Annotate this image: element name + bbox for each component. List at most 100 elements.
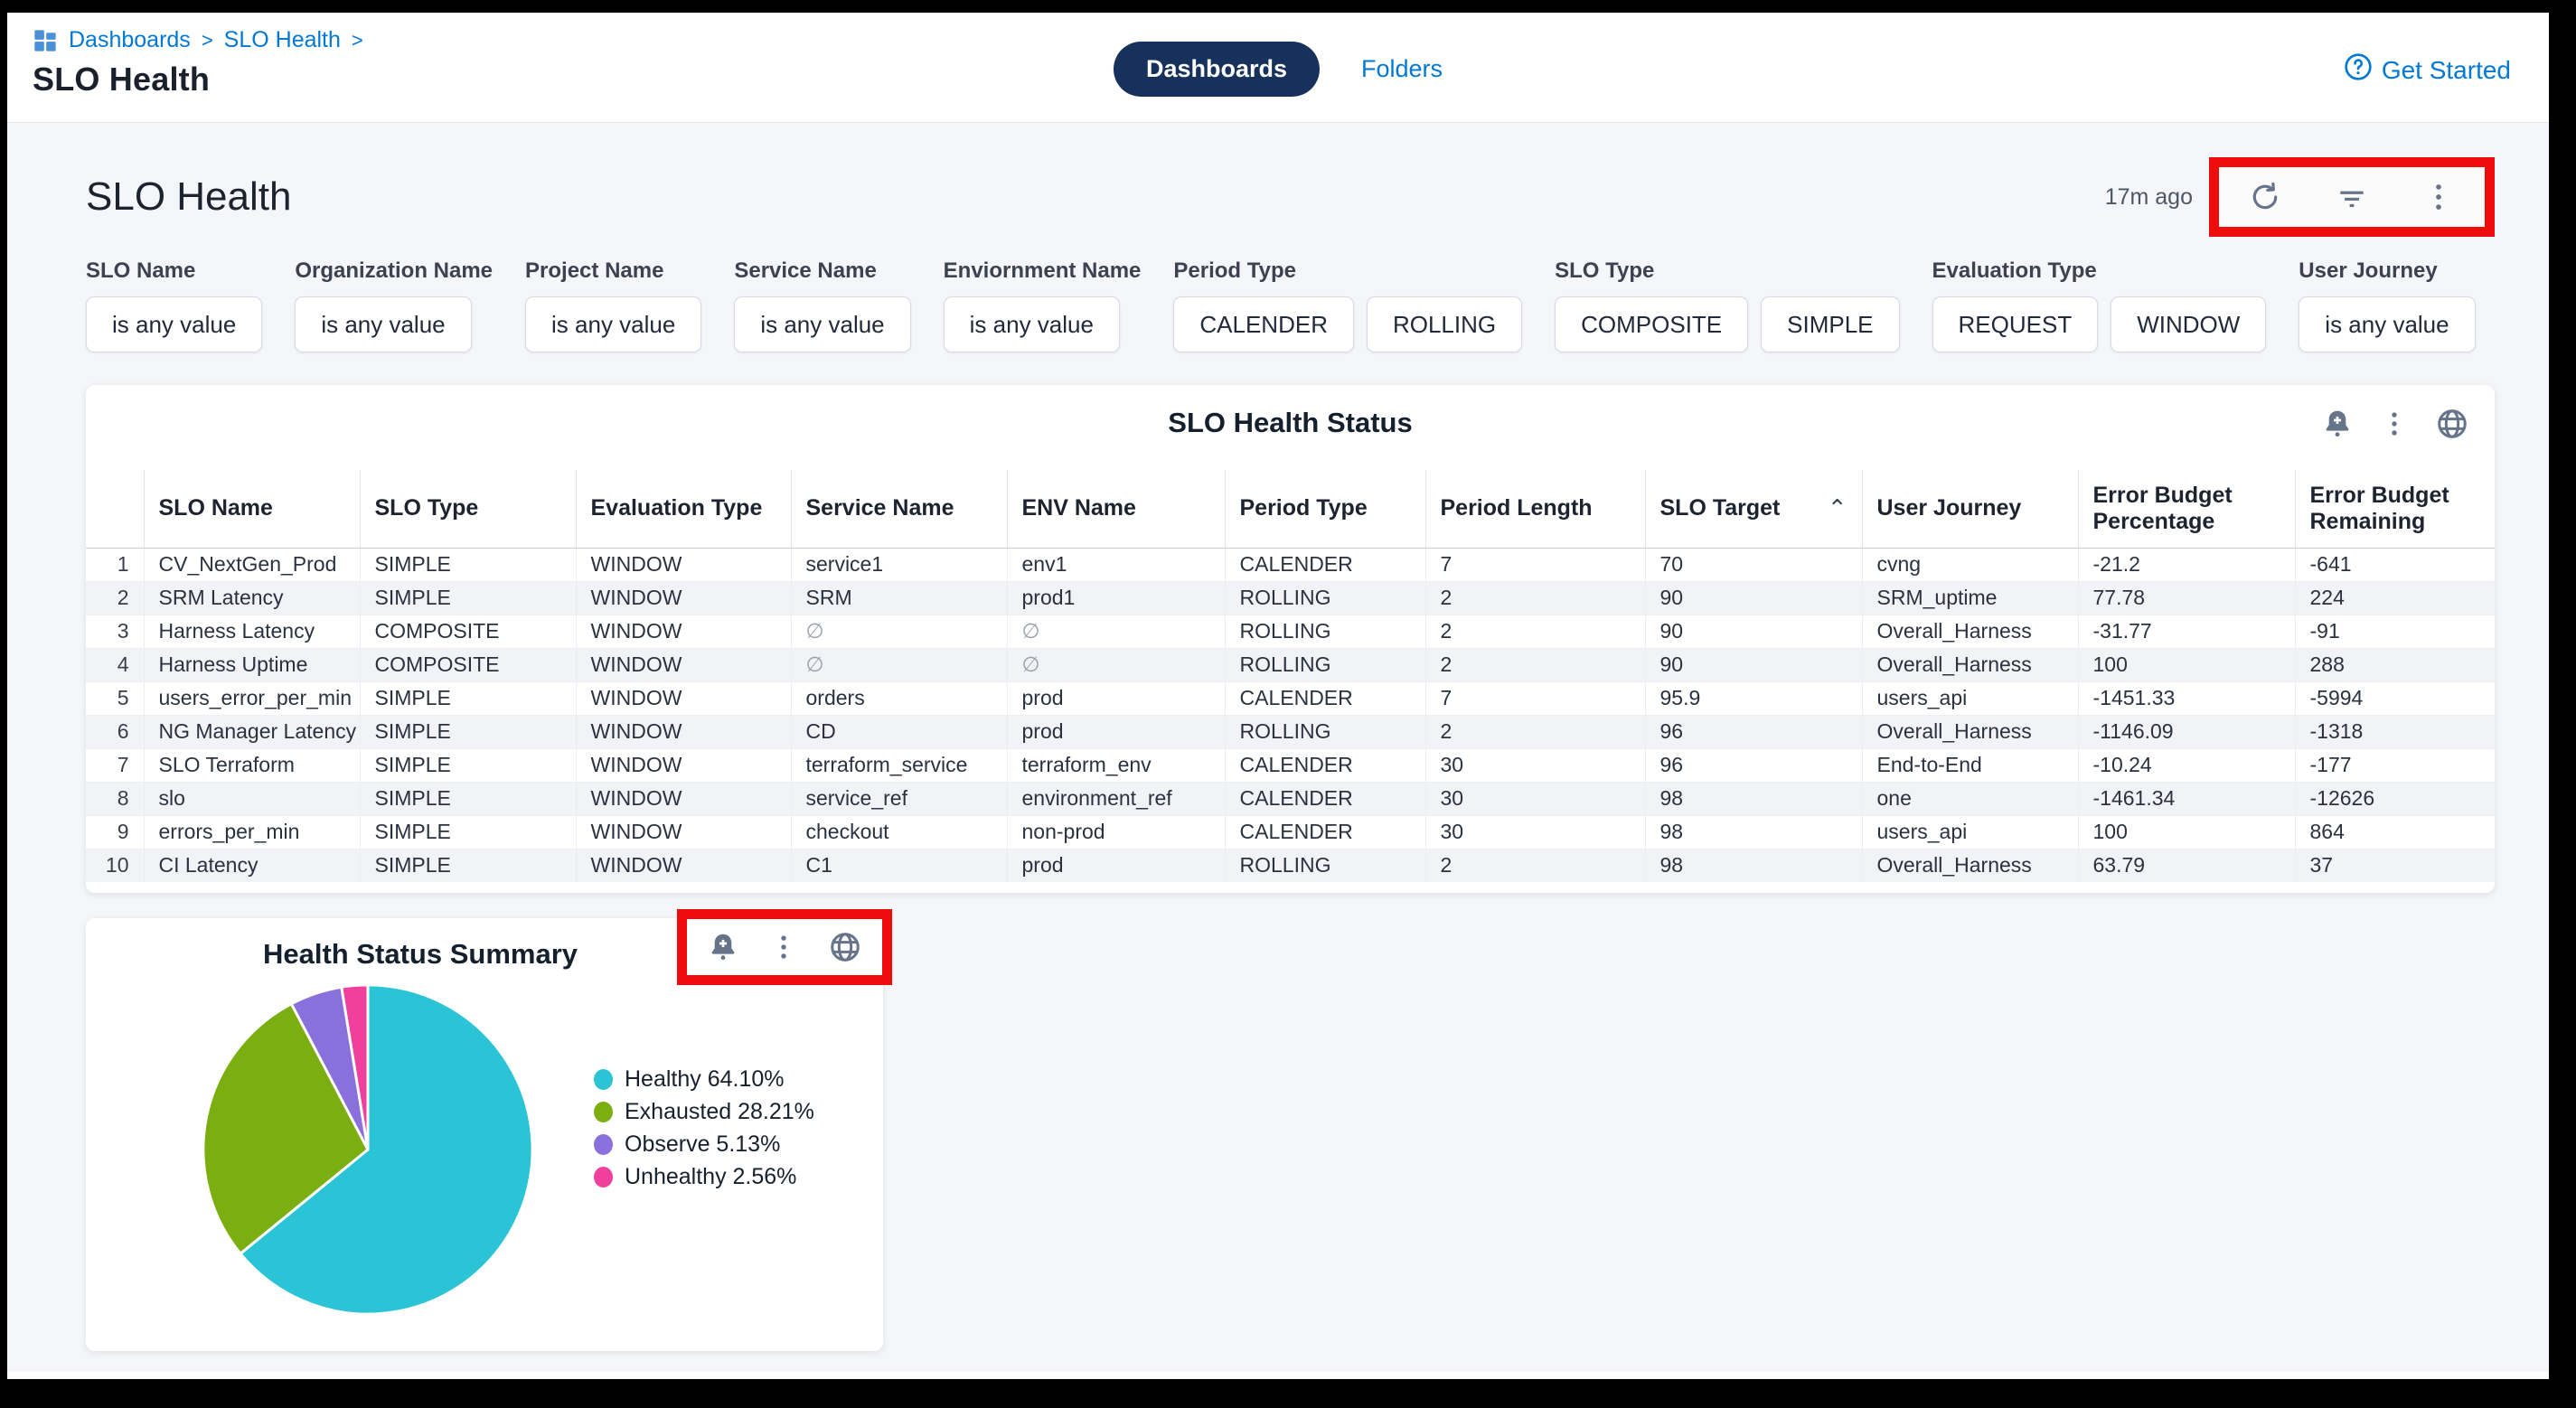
column-header[interactable]: Period Type bbox=[1225, 470, 1425, 548]
filter-options: REQUESTWINDOW bbox=[1932, 296, 2267, 352]
get-started-link[interactable]: Get Started bbox=[2344, 52, 2511, 88]
table-cell: 6 bbox=[86, 715, 144, 748]
legend-item-observe[interactable]: Observe 5.13% bbox=[594, 1131, 814, 1158]
column-header[interactable]: Service Name bbox=[791, 470, 1007, 548]
table-cell: COMPOSITE bbox=[360, 648, 576, 681]
table-cell: -177 bbox=[2295, 748, 2495, 782]
table-cell: terraform_env bbox=[1007, 748, 1225, 782]
column-header-label: Period Type bbox=[1240, 495, 1368, 521]
annotation-redbox-chart-actions bbox=[677, 909, 892, 985]
column-header-label: Service Name bbox=[806, 495, 954, 521]
filter-label: Period Type bbox=[1173, 258, 1522, 284]
table-cell: 2 bbox=[1425, 849, 1645, 882]
table-row: 10CI LatencySIMPLEWINDOWC1prodROLLING298… bbox=[86, 849, 2495, 882]
table-row: 4Harness UptimeCOMPOSITEWINDOW∅∅ROLLING2… bbox=[86, 648, 2495, 681]
globe-icon bbox=[828, 930, 862, 964]
filter-option-button[interactable]: SIMPLE bbox=[1761, 296, 1899, 352]
table-cell: 4 bbox=[86, 648, 144, 681]
table-cell: 100 bbox=[2078, 648, 2295, 681]
table-cell: -10.24 bbox=[2078, 748, 2295, 782]
legend-color-dot bbox=[594, 1134, 613, 1155]
table-cell: 9 bbox=[86, 815, 144, 849]
table-cell: 96 bbox=[1645, 715, 1862, 748]
column-header[interactable]: Evaluation Type bbox=[576, 470, 791, 548]
filter-group: Period Type CALENDERROLLING bbox=[1173, 258, 1522, 352]
column-header[interactable] bbox=[86, 470, 144, 548]
filter-option-button[interactable]: REQUEST bbox=[1932, 296, 2099, 352]
filter-option-button[interactable]: is any value bbox=[2299, 296, 2475, 352]
filter-option-button[interactable]: COMPOSITE bbox=[1555, 296, 1748, 352]
chart-alert-button[interactable] bbox=[707, 931, 739, 963]
filter-option-button[interactable]: is any value bbox=[525, 296, 701, 352]
table-cell: CALENDER bbox=[1225, 782, 1425, 815]
table-alert-button[interactable] bbox=[2321, 408, 2354, 440]
table-cell: SIMPLE bbox=[360, 748, 576, 782]
column-header[interactable]: Error Budget Remaining bbox=[2295, 470, 2495, 548]
filter-option-button[interactable]: is any value bbox=[734, 296, 910, 352]
column-header[interactable]: Error Budget Percentage bbox=[2078, 470, 2295, 548]
dashboard-more-button[interactable] bbox=[2421, 180, 2456, 214]
table-cell: CALENDER bbox=[1225, 548, 1425, 581]
chart-timezone-button[interactable] bbox=[828, 930, 862, 964]
bell-plus-icon bbox=[707, 931, 739, 963]
column-header[interactable]: SLO Target⌃ bbox=[1645, 470, 1862, 548]
table-cell: CALENDER bbox=[1225, 815, 1425, 849]
chart-more-button[interactable] bbox=[768, 932, 799, 962]
table-timezone-button[interactable] bbox=[2435, 407, 2469, 441]
filter-options: CALENDERROLLING bbox=[1173, 296, 1522, 352]
table-cell: errors_per_min bbox=[144, 815, 360, 849]
refresh-button[interactable] bbox=[2248, 180, 2282, 214]
filter-option-button[interactable]: WINDOW bbox=[2111, 296, 2266, 352]
table-cell: 100 bbox=[2078, 815, 2295, 849]
table-cell: -1461.34 bbox=[2078, 782, 2295, 815]
dashboard-actions: 17m ago bbox=[2105, 157, 2495, 237]
table-cell: non-prod bbox=[1007, 815, 1225, 849]
filter-icon bbox=[2335, 180, 2369, 214]
dashboard-header: SLO Health 17m ago bbox=[86, 157, 2495, 237]
breadcrumb-link-dashboards[interactable]: Dashboards bbox=[69, 27, 191, 53]
bottom-scroll-strip bbox=[7, 1372, 2549, 1379]
filter-option-button[interactable]: CALENDER bbox=[1173, 296, 1354, 352]
table-cell: SIMPLE bbox=[360, 849, 576, 882]
filter-option-button[interactable]: is any value bbox=[944, 296, 1120, 352]
column-header[interactable]: SLO Name bbox=[144, 470, 360, 548]
table-cell: 7 bbox=[1425, 681, 1645, 715]
table-cell: NG Manager Latency bbox=[144, 715, 360, 748]
column-header[interactable]: Period Length bbox=[1425, 470, 1645, 548]
table-cell: Overall_Harness bbox=[1862, 849, 2078, 882]
table-cell: 30 bbox=[1425, 815, 1645, 849]
column-header[interactable]: User Journey bbox=[1862, 470, 2078, 548]
filter-button[interactable] bbox=[2335, 180, 2369, 214]
legend-item-healthy[interactable]: Healthy 64.10% bbox=[594, 1066, 814, 1093]
slo-health-status-card: SLO Health Status bbox=[86, 385, 2495, 893]
legend-item-unhealthy[interactable]: Unhealthy 2.56% bbox=[594, 1164, 814, 1190]
table-cell: 98 bbox=[1645, 815, 1862, 849]
filter-options: is any value bbox=[525, 296, 701, 352]
filter-options: COMPOSITESIMPLE bbox=[1555, 296, 1899, 352]
table-cell: SIMPLE bbox=[360, 815, 576, 849]
table-cell: 96 bbox=[1645, 748, 1862, 782]
table-cell: -1146.09 bbox=[2078, 715, 2295, 748]
app-window: Dashboards > SLO Health > SLO Health Das… bbox=[7, 13, 2549, 1379]
table-more-button[interactable] bbox=[2379, 408, 2410, 439]
breadcrumb-link-slo-health[interactable]: SLO Health bbox=[224, 27, 341, 53]
filter-option-button[interactable]: is any value bbox=[86, 296, 262, 352]
table-cell: Overall_Harness bbox=[1862, 648, 2078, 681]
legend-item-exhausted[interactable]: Exhausted 28.21% bbox=[594, 1099, 814, 1125]
column-header[interactable]: SLO Type bbox=[360, 470, 576, 548]
bell-plus-icon bbox=[2321, 408, 2354, 440]
table-cell: 864 bbox=[2295, 815, 2495, 849]
dashboard-title: SLO Health bbox=[86, 174, 291, 220]
filter-group: Project Nameis any value bbox=[525, 258, 701, 352]
filter-options: is any value bbox=[295, 296, 493, 352]
filter-option-button[interactable]: is any value bbox=[295, 296, 471, 352]
table-cell: 30 bbox=[1425, 782, 1645, 815]
globe-icon bbox=[2435, 407, 2469, 441]
tab-dashboards[interactable]: Dashboards bbox=[1114, 42, 1320, 97]
table-cell: prod bbox=[1007, 681, 1225, 715]
table-cell: 1 bbox=[86, 548, 144, 581]
column-header[interactable]: ENV Name bbox=[1007, 470, 1225, 548]
filter-option-button[interactable]: ROLLING bbox=[1367, 296, 1522, 352]
tab-folders[interactable]: Folders bbox=[1361, 55, 1443, 83]
table-cell: WINDOW bbox=[576, 782, 791, 815]
